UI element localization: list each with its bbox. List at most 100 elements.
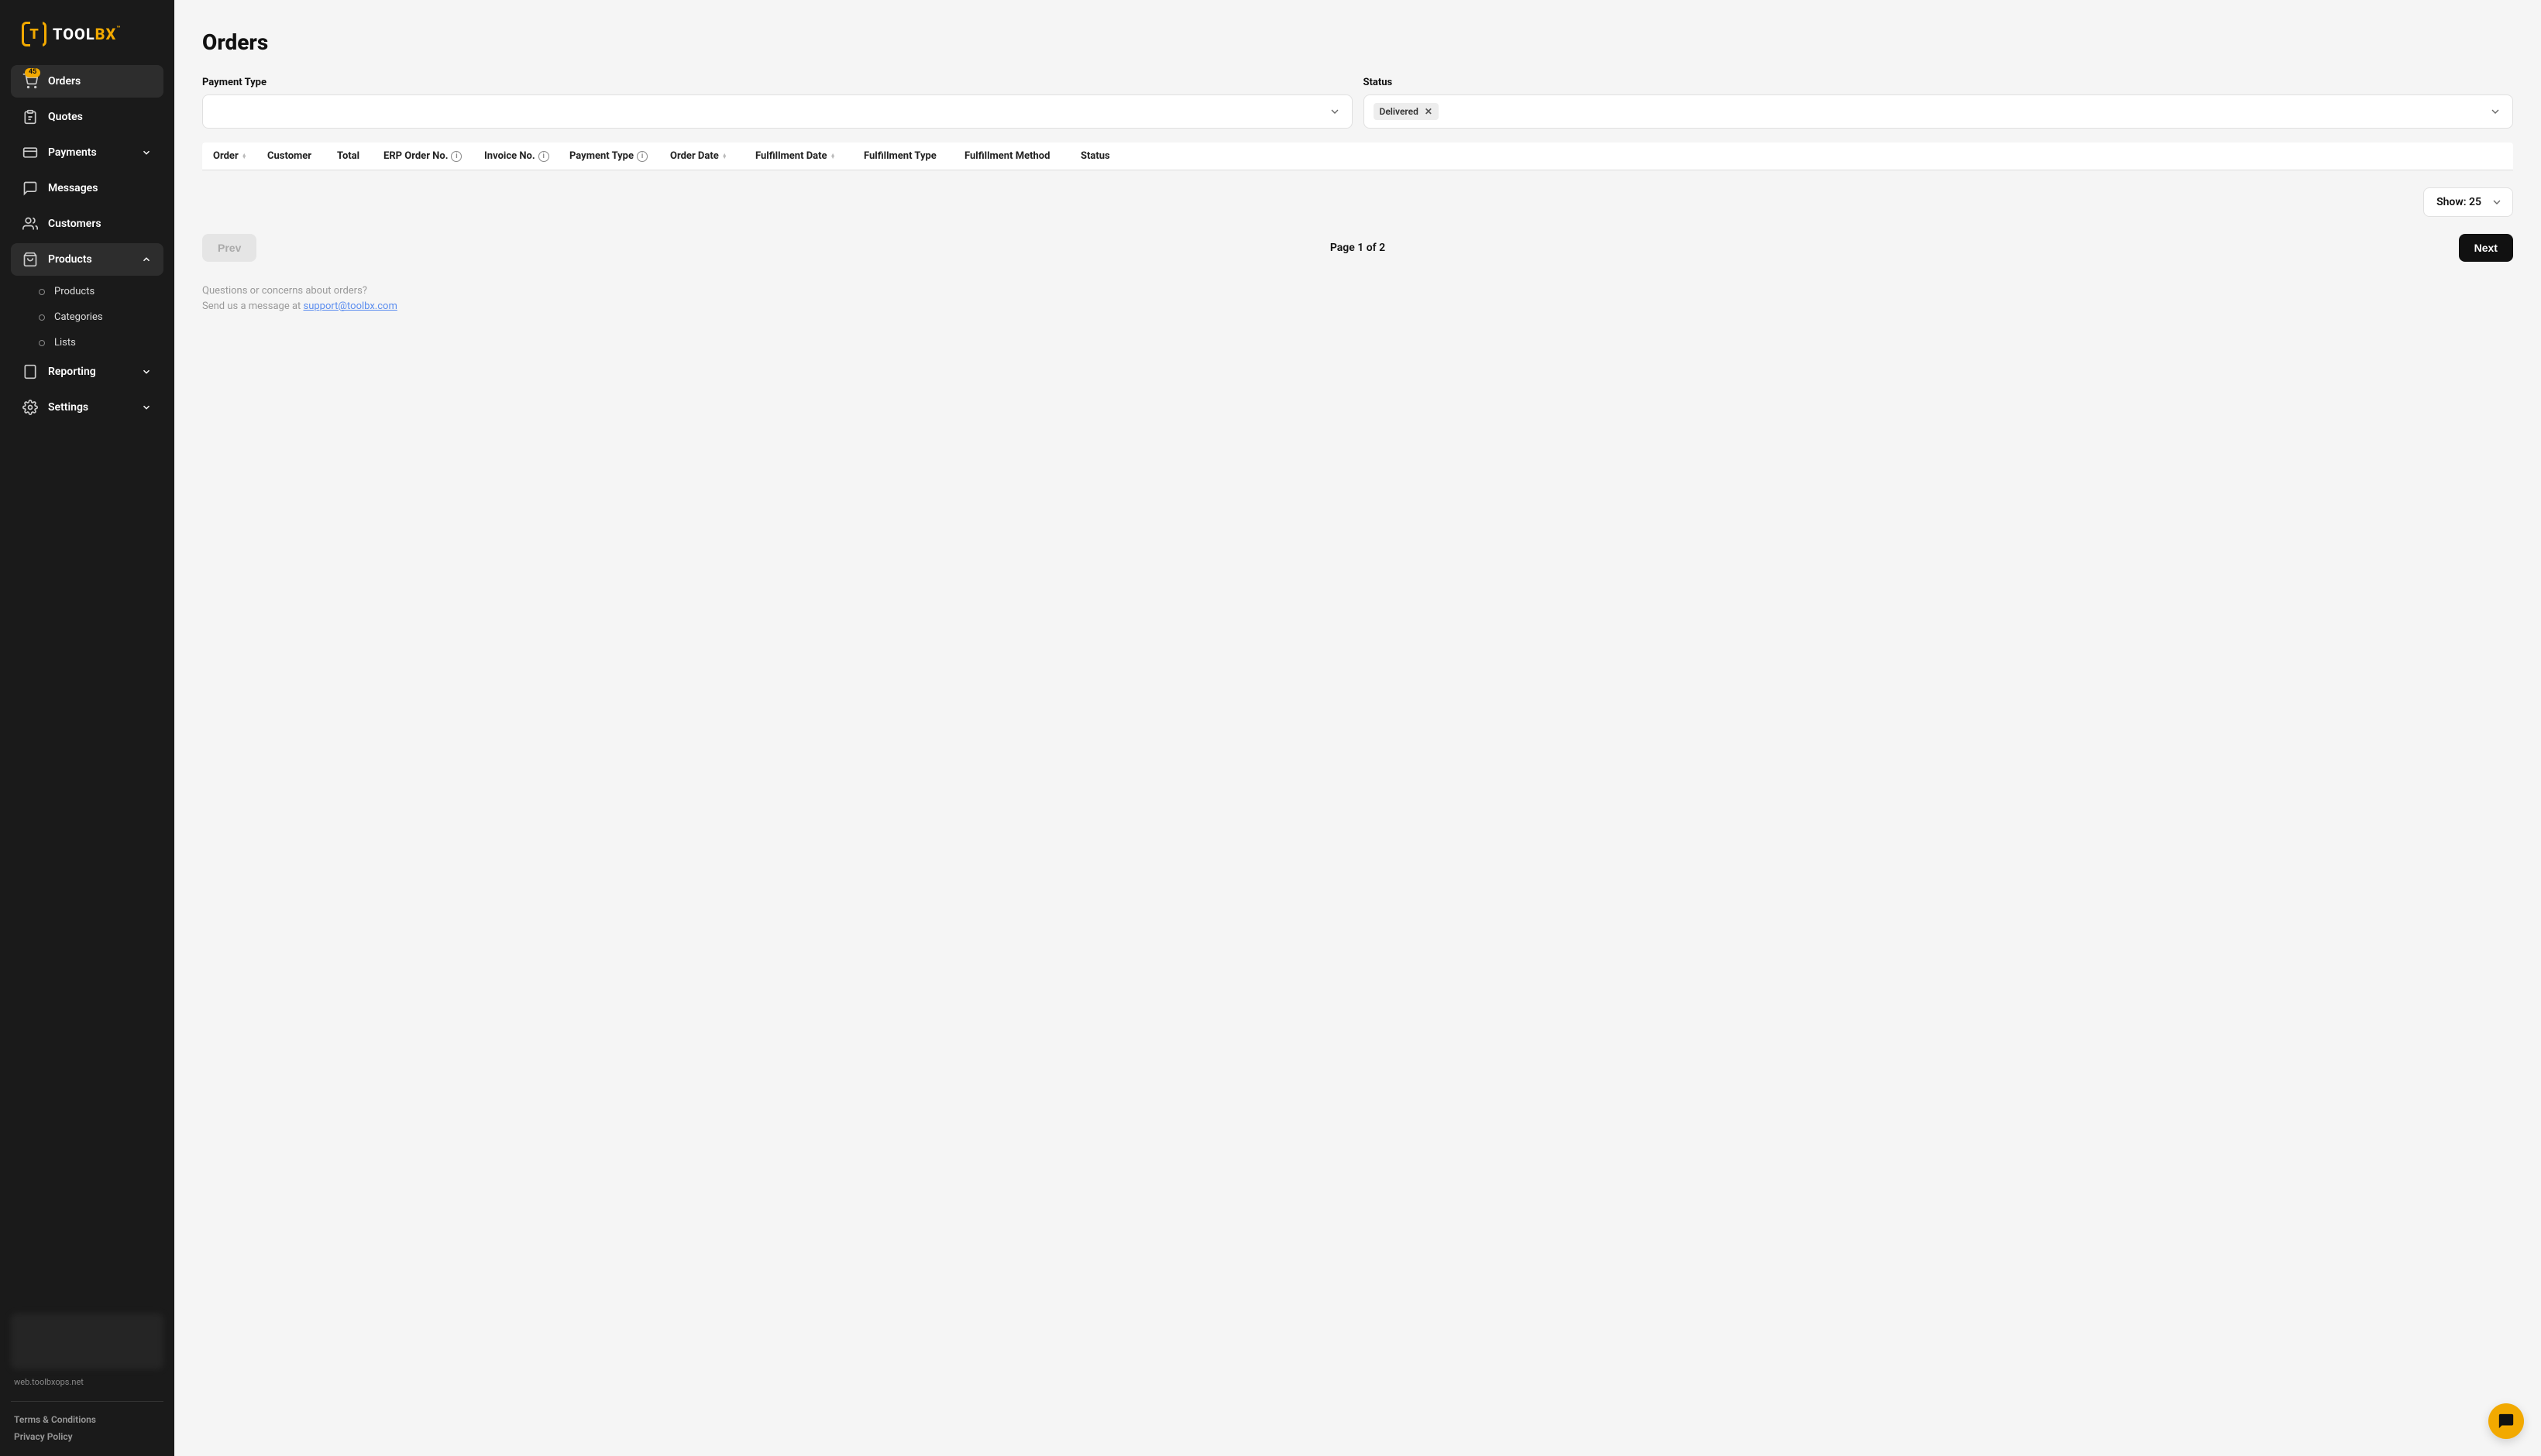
sidebar-nav: 45 Orders Quotes Payments Me [0,65,174,1303]
column-label: Status [1081,150,1110,162]
column-fulfillment-type: Fulfillment Type [864,150,957,162]
users-icon [22,215,39,232]
sidebar-subitem-label: Lists [54,337,76,349]
payment-type-select[interactable] [202,94,1353,129]
sidebar-item-label: Settings [48,401,88,414]
column-fulfillment-date[interactable]: Fulfillment Date ▲▼ [755,150,856,162]
pagination: Prev Page 1 of 2 Next [202,234,2513,262]
sidebar-item-label: Quotes [48,111,83,123]
sidebar-item-quotes[interactable]: Quotes [11,101,163,133]
info-icon[interactable]: i [538,151,549,162]
chevron-down-icon [140,146,153,159]
status-chip: Delivered ✕ [1374,103,1439,120]
filter-label: Status [1363,77,2514,88]
column-label: Payment Type [569,150,634,162]
sidebar-item-label: Reporting [48,366,96,378]
table-header: Order ▲▼ Customer Total ERP Order No. i … [202,143,2513,170]
filter-status: Status Delivered ✕ [1363,77,2514,129]
logo[interactable]: T TOOLBX™ [0,0,174,65]
chevron-down-icon [2489,105,2501,118]
support-footnote: Questions or concerns about orders? Send… [202,283,2513,314]
chat-icon [22,180,39,197]
help-chat-button[interactable] [2488,1403,2524,1439]
logo-text: TOOLBX™ [53,25,121,43]
privacy-link[interactable]: Privacy Policy [11,1428,163,1445]
sort-icon: ▲▼ [830,154,836,159]
sidebar-item-orders[interactable]: 45 Orders [11,65,163,98]
status-select[interactable]: Delivered ✕ [1363,94,2514,129]
orders-table: Order ▲▼ Customer Total ERP Order No. i … [202,143,2513,170]
sidebar-item-label: Payments [48,146,97,159]
sidebar-item-products[interactable]: Products [11,243,163,276]
column-label: Order [213,150,239,162]
page-size-select[interactable]: Show: 25 [2423,187,2513,217]
column-customer: Customer [267,150,329,162]
card-icon [22,144,39,161]
sidebar-subitem-label: Categories [54,311,103,323]
column-invoice-no: Invoice No. i [484,150,562,162]
column-fulfillment-method: Fulfillment Method [964,150,1073,162]
column-status: Status [1081,150,1127,162]
chevron-up-icon [140,253,153,266]
page-size-label: Show: 25 [2436,196,2481,208]
column-order[interactable]: Order ▲▼ [213,150,260,162]
info-icon[interactable]: i [637,151,648,162]
column-label: Total [337,150,359,162]
sidebar-item-label: Customers [48,218,101,230]
chevron-down-icon [2491,196,2503,208]
sort-icon: ▲▼ [722,154,727,159]
sidebar-item-label: Messages [48,182,98,194]
column-label: Fulfillment Date [755,150,827,162]
sort-icon: ▲▼ [242,154,247,159]
column-label: Fulfillment Method [964,150,1050,162]
column-label: Invoice No. [484,150,535,162]
footer-url: web.toolbxops.net [11,1377,163,1395]
column-total: Total [337,150,376,162]
chevron-down-icon [1329,105,1341,118]
terms-link[interactable]: Terms & Conditions [11,1411,163,1428]
column-order-date[interactable]: Order Date ▲▼ [670,150,748,162]
chat-bubble-icon [2498,1413,2515,1430]
column-label: Customer [267,150,311,162]
page-info: Page 1 of 2 [1330,242,1385,254]
chevron-down-icon [140,401,153,414]
footer-divider [11,1401,163,1402]
products-submenu: Products Categories Lists [11,279,163,355]
footnote-send: Send us a message at [202,300,304,312]
sidebar-item-label: Orders [48,75,81,88]
chevron-down-icon [140,366,153,378]
chip-label: Delivered [1380,106,1418,117]
chip-remove-icon[interactable]: ✕ [1425,106,1432,117]
user-block[interactable] [11,1313,163,1369]
sidebar-item-payments[interactable]: Payments [11,136,163,169]
column-label: Fulfillment Type [864,150,937,162]
clipboard-icon [22,108,39,125]
sidebar-subitem-label: Products [54,286,95,297]
sidebar-item-reporting[interactable]: Reporting [11,355,163,388]
orders-badge: 45 [25,68,40,77]
gear-icon [22,399,39,416]
footnote-question: Questions or concerns about orders? [202,283,2513,299]
page-title: Orders [202,29,2513,55]
sidebar-subitem-products[interactable]: Products [28,279,163,304]
sidebar-item-settings[interactable]: Settings [11,391,163,424]
filters-row: Payment Type Status Delivered ✕ [202,77,2513,129]
sidebar-item-customers[interactable]: Customers [11,208,163,240]
tablet-icon [22,363,39,380]
sidebar-subitem-categories[interactable]: Categories [28,304,163,330]
bag-icon [22,251,39,268]
sidebar-item-messages[interactable]: Messages [11,172,163,204]
page-size-row: Show: 25 [202,170,2513,234]
sidebar-subitem-lists[interactable]: Lists [28,330,163,355]
support-email-link[interactable]: support@toolbx.com [304,300,397,312]
sidebar-item-label: Products [48,253,92,266]
info-icon[interactable]: i [451,151,462,162]
column-payment-type: Payment Type i [569,150,662,162]
next-button[interactable]: Next [2459,234,2513,262]
column-label: Order Date [670,150,719,162]
filter-label: Payment Type [202,77,1353,88]
logo-icon: T [22,22,46,46]
column-erp-order-no: ERP Order No. i [383,150,476,162]
prev-button[interactable]: Prev [202,234,256,262]
sidebar-footer: web.toolbxops.net Terms & Conditions Pri… [0,1303,174,1456]
